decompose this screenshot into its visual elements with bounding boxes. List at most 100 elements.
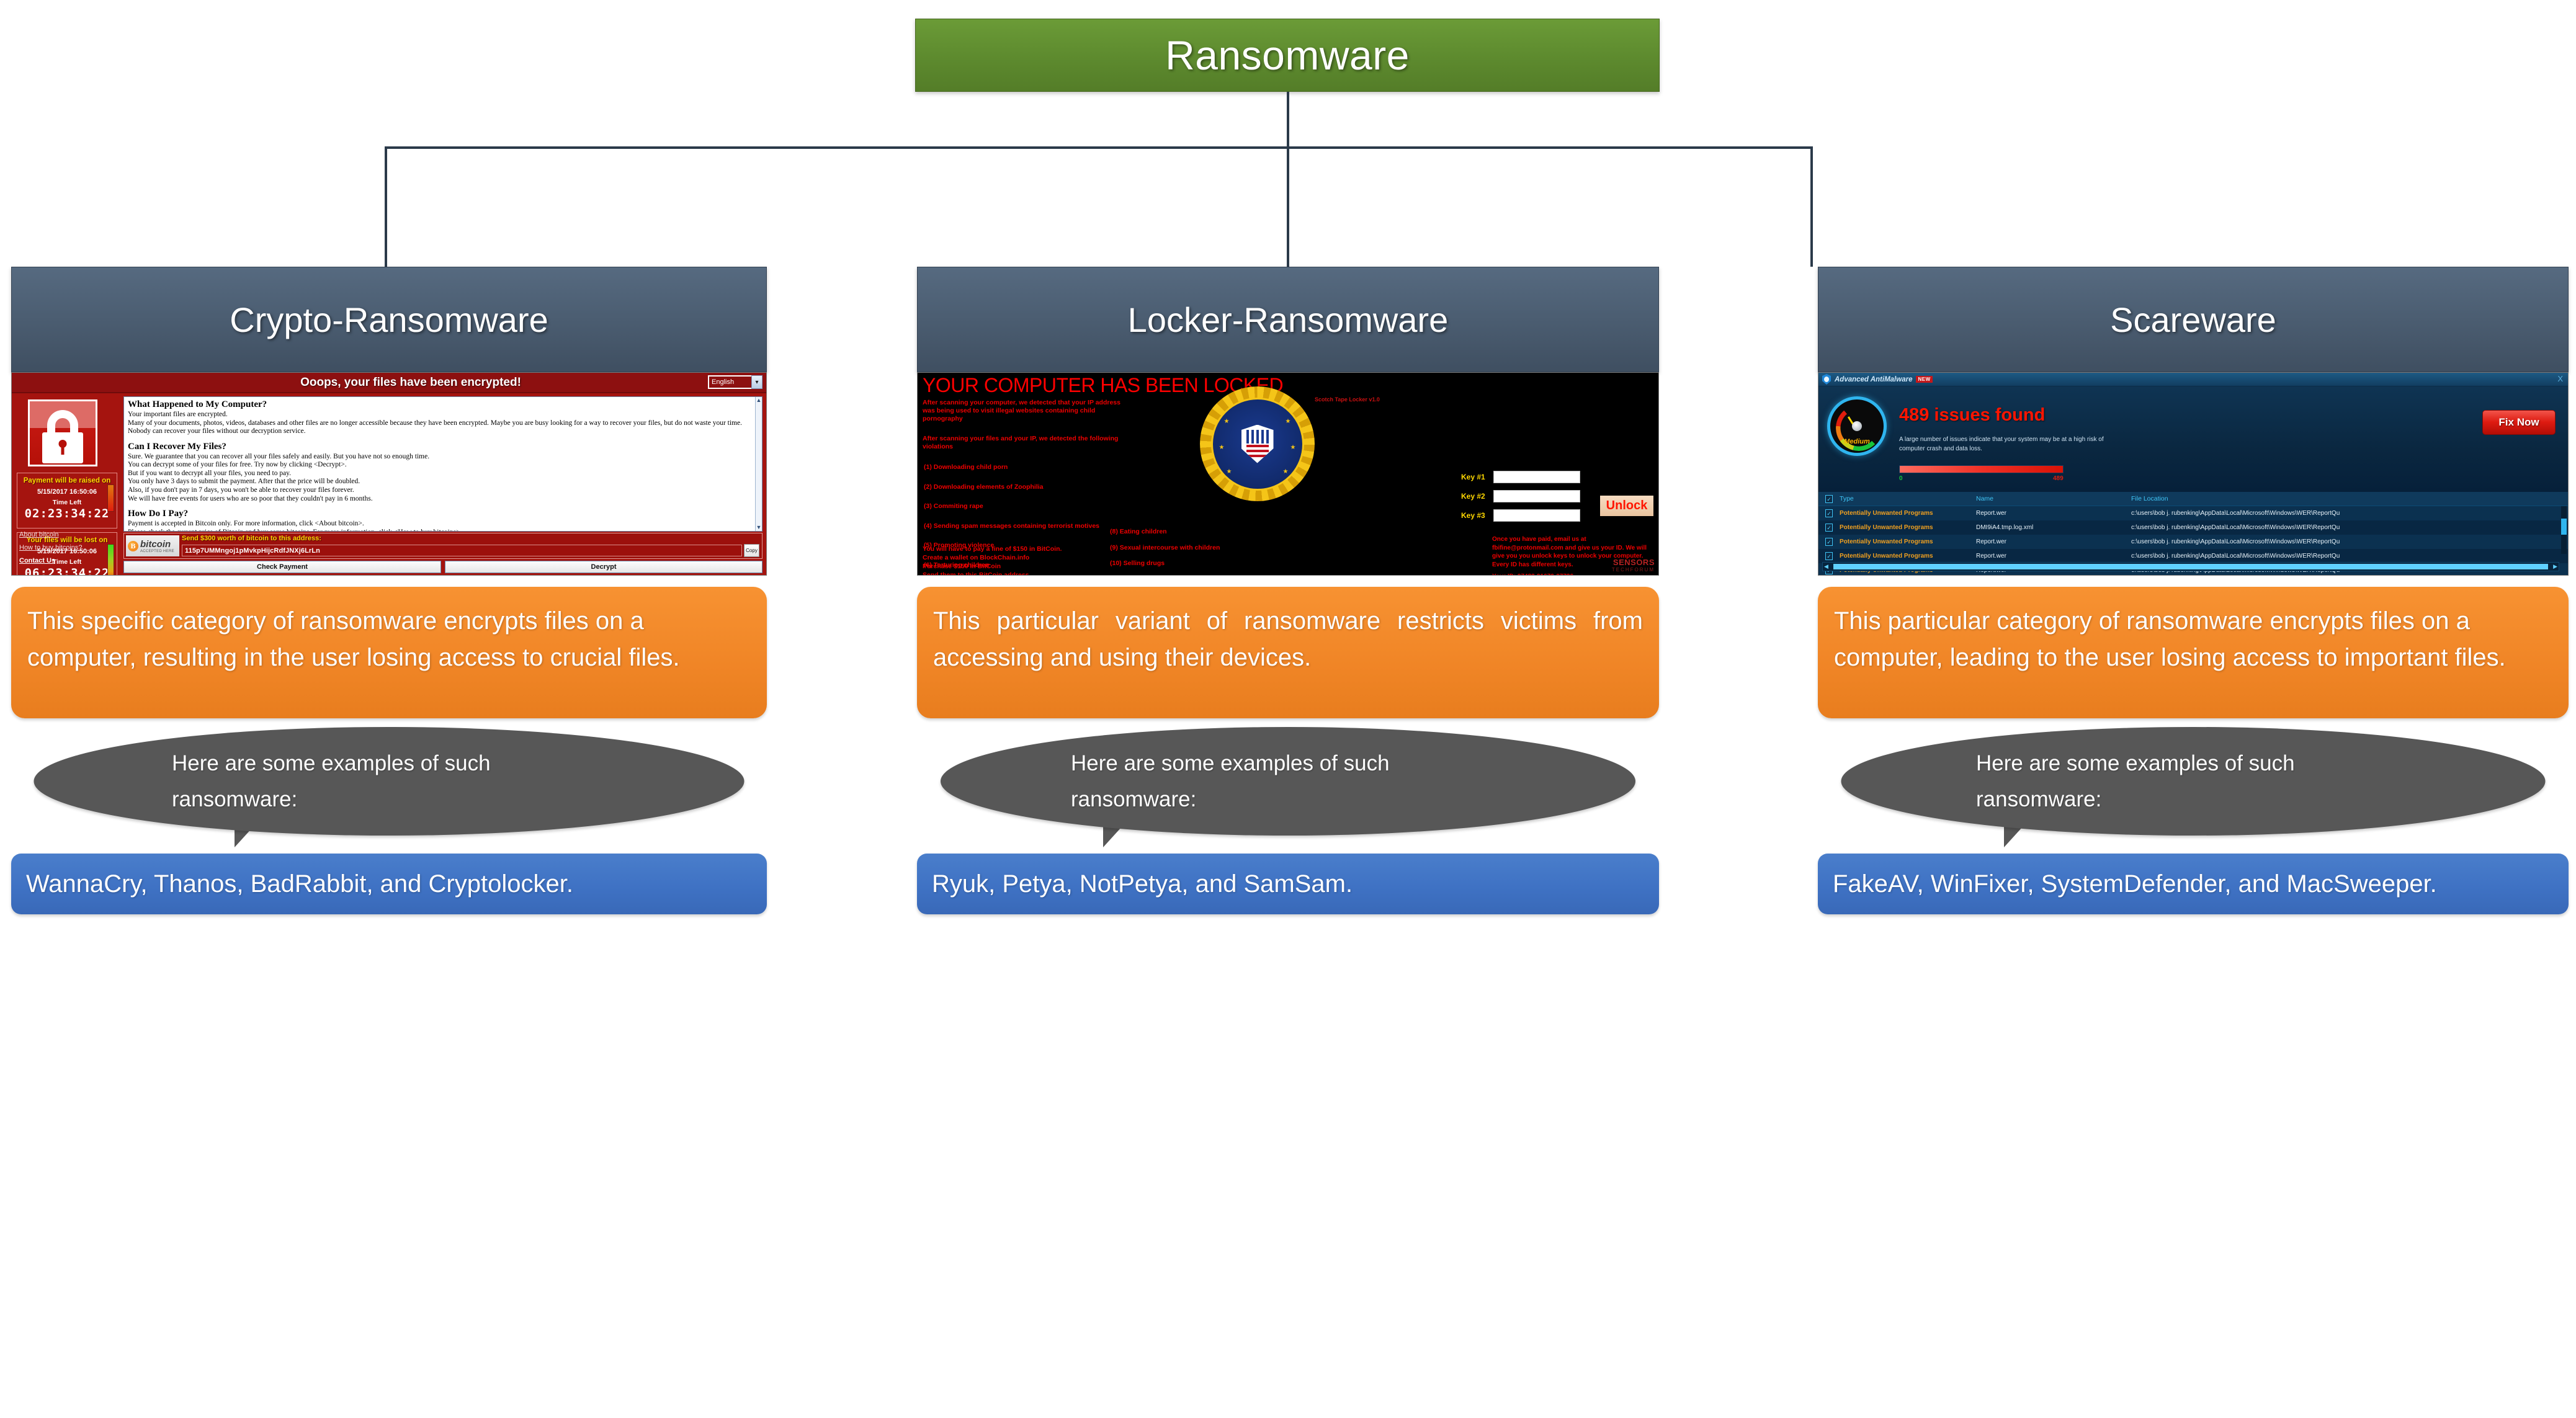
cell-name: Report.wer [1976,510,2006,517]
table-row[interactable]: ✓ Potentially Unwanted Programs Report.w… [1818,535,2568,549]
description-text: This specific category of ransomware enc… [27,607,680,672]
scale-min-label: 0 [1899,475,1903,482]
cell-type: Potentially Unwanted Programs [1840,510,1933,517]
wannacry-actions: Check Payment Decrypt [123,561,763,573]
category-column-crypto-ransomware: Crypto-Ransomware Ooops, your files have… [11,267,767,914]
watermark: SENSORS TECHFORUM [1612,558,1655,573]
pay-line: You will have to pay a fine of $150 in B… [923,545,1062,553]
row-checkbox[interactable]: ✓ [1818,552,1840,560]
examples-box-crypto: WannaCry, Thanos, BadRabbit, and Cryptol… [11,854,767,914]
para-6: You only have 3 days to submit the payme… [128,478,360,486]
scroll-left-icon[interactable]: ◀ [1824,563,1828,570]
callout-locker: Here are some examples of such ransomwar… [917,727,1659,851]
wannacry-title: Ooops, your files have been encrypted! [300,375,521,389]
key-row-2: Key #2 [1461,490,1598,502]
description-text: This particular variant of ransomware re… [933,607,1643,672]
language-select[interactable]: English ▾ [708,375,763,389]
row-checkbox[interactable]: ✓ [1818,538,1840,546]
scan-result-panel: Medium 489 issues found A large number o… [1818,386,2568,492]
copy-button[interactable]: Copy [744,544,759,557]
fix-now-button[interactable]: Fix Now [2482,410,2556,435]
connector-branch-3 [1810,146,1813,267]
key-label-2: Key #2 [1461,492,1485,501]
bitcoin-coin-icon: B [128,540,138,551]
table-row[interactable]: ✓ Potentially Unwanted Programs DMI9iA4.… [1818,520,2568,535]
pay-line: Create a wallet on BlockChain.info [923,553,1030,561]
connector-horizontal [385,146,1812,149]
scrollbar-vertical[interactable]: ▲ ▼ [755,397,762,531]
chevron-down-icon[interactable]: ▾ [751,375,763,389]
bitcoin-accepted-logo: B bitcoin ACCEPTED HERE [126,535,179,556]
category-column-locker-ransomware: Locker-Ransomware YOUR COMPUTER HAS BEEN… [917,267,1659,914]
pay-line: Send them to this BitCoin address [923,571,1029,576]
callout-text: Here are some examples of such ransomwar… [172,751,491,811]
select-all-checkbox[interactable]: ✓ [1818,494,1840,503]
cell-location: c:\users\bob j. rubenking\AppData\Local\… [2131,510,2340,517]
payment-raised-date: 5/15/2017 16:50:06 [37,488,97,496]
para-4: You can decrypt some of your files for f… [128,461,347,469]
column-header-location: File Location [2131,495,2168,502]
countdown-gauge-1 [107,484,114,512]
infographic-canvas: Ransomware Crypto-Ransomware Ooops, your… [0,0,2576,1418]
row-checkbox[interactable]: ✓ [1818,524,1840,532]
link-about-bitcoin[interactable]: About bitcoin [19,531,83,538]
examples-text: WannaCry, Thanos, BadRabbit, and Cryptol… [26,870,573,898]
scrollbar-vertical[interactable] [2561,506,2567,554]
category-title: Scareware [2110,300,2276,339]
diagram-title-box: Ransomware [915,19,1660,92]
key-input-1[interactable] [1493,471,1580,483]
bitcoin-accepted-sub: ACCEPTED HERE [140,549,174,553]
cell-location: c:\users\bob j. rubenking\AppData\Local\… [2131,524,2340,531]
para-1: Your important files are encrypted. [128,411,228,418]
table-row[interactable]: ✓ Potentially Unwanted Programs Report.w… [1818,549,2568,563]
key-input-2[interactable] [1493,490,1580,502]
link-how-to-buy-bitcoins[interactable]: How to buy bitcoins? [19,544,83,551]
callout-bubble: Here are some examples of such ransomwar… [34,727,745,836]
cell-type: Potentially Unwanted Programs [1840,553,1933,560]
send-amount-label: Send $300 worth of bitcoin to this addre… [182,535,321,542]
para-10: Please check the current price of Bitcoi… [128,528,753,531]
bitcoin-address-field[interactable]: 115p7UMMngoj1pMvkpHijcRdfJNXj6LrLn [182,545,742,556]
key-input-3[interactable] [1493,509,1580,522]
para-9: Payment is accepted in Bitcoin only. For… [128,520,364,528]
screenshot-fbi-locker: YOUR COMPUTER HAS BEEN LOCKED Scotch Tap… [917,372,1659,576]
violation-item: (10) Selling drugs [1110,560,1165,568]
time-left-label-1: Time Left [52,499,82,506]
cell-type: Potentially Unwanted Programs [1840,538,1933,545]
violation-item: (8) Eating children [1110,528,1167,535]
link-contact-us[interactable]: Contact Us [19,557,83,564]
check-payment-button[interactable]: Check Payment [123,561,441,573]
wannacry-payment-box: B bitcoin ACCEPTED HERE Send $300 worth … [123,533,763,559]
category-header-locker: Locker-Ransomware [917,267,1659,372]
decrypt-button[interactable]: Decrypt [445,561,763,573]
scrollbar-horizontal[interactable]: ◀ ▶ [1822,562,2559,571]
row-checkbox[interactable]: ✓ [1818,509,1840,517]
key-label-1: Key #1 [1461,473,1485,481]
new-badge: NEW [1916,376,1933,383]
risk-gauge-icon: Medium [1827,396,1887,456]
category-header-crypto: Crypto-Ransomware [11,267,767,372]
scroll-right-icon[interactable]: ▶ [2553,563,2557,570]
violation-item: (9) Sexual intercourse with children [1110,543,1220,551]
description-box-locker: This particular variant of ransomware re… [917,587,1659,718]
issues-progress-bar [1899,465,2064,473]
scroll-down-icon[interactable]: ▼ [756,524,762,530]
padlock-icon [28,399,97,466]
close-icon[interactable]: X [2557,374,2563,383]
scroll-thumb[interactable] [1833,564,2549,569]
category-title: Crypto-Ransomware [230,300,548,339]
wannacry-titlebar: Ooops, your files have been encrypted! E… [12,373,766,393]
unlock-key-fields: Key #1 Key #2 Key #3 [1461,471,1598,528]
violation-item: (2) Downloading elements of Zoophilia [924,483,1044,491]
description-text: This particular category of ransomware e… [1834,607,2506,672]
wannacry-sidebar: Payment will be raised on 5/15/2017 16:5… [12,393,122,575]
watermark-line-2: TECHFORUM [1611,567,1655,573]
wannacry-links: About bitcoin How to buy bitcoins? Conta… [19,531,83,570]
unlock-button[interactable]: Unlock [1600,496,1653,516]
scroll-up-icon[interactable]: ▲ [756,397,762,403]
table-row[interactable]: ✓ Potentially Unwanted Programs Report.w… [1818,506,2568,520]
examples-box-locker: Ryuk, Petya, NotPetya, and SamSam. [917,854,1659,914]
app-title: Advanced AntiMalware [1835,375,1913,383]
screenshot-wannacry: Ooops, your files have been encrypted! E… [11,372,767,576]
locker-block-1: After scanning your computer, we detecte… [923,399,1120,422]
